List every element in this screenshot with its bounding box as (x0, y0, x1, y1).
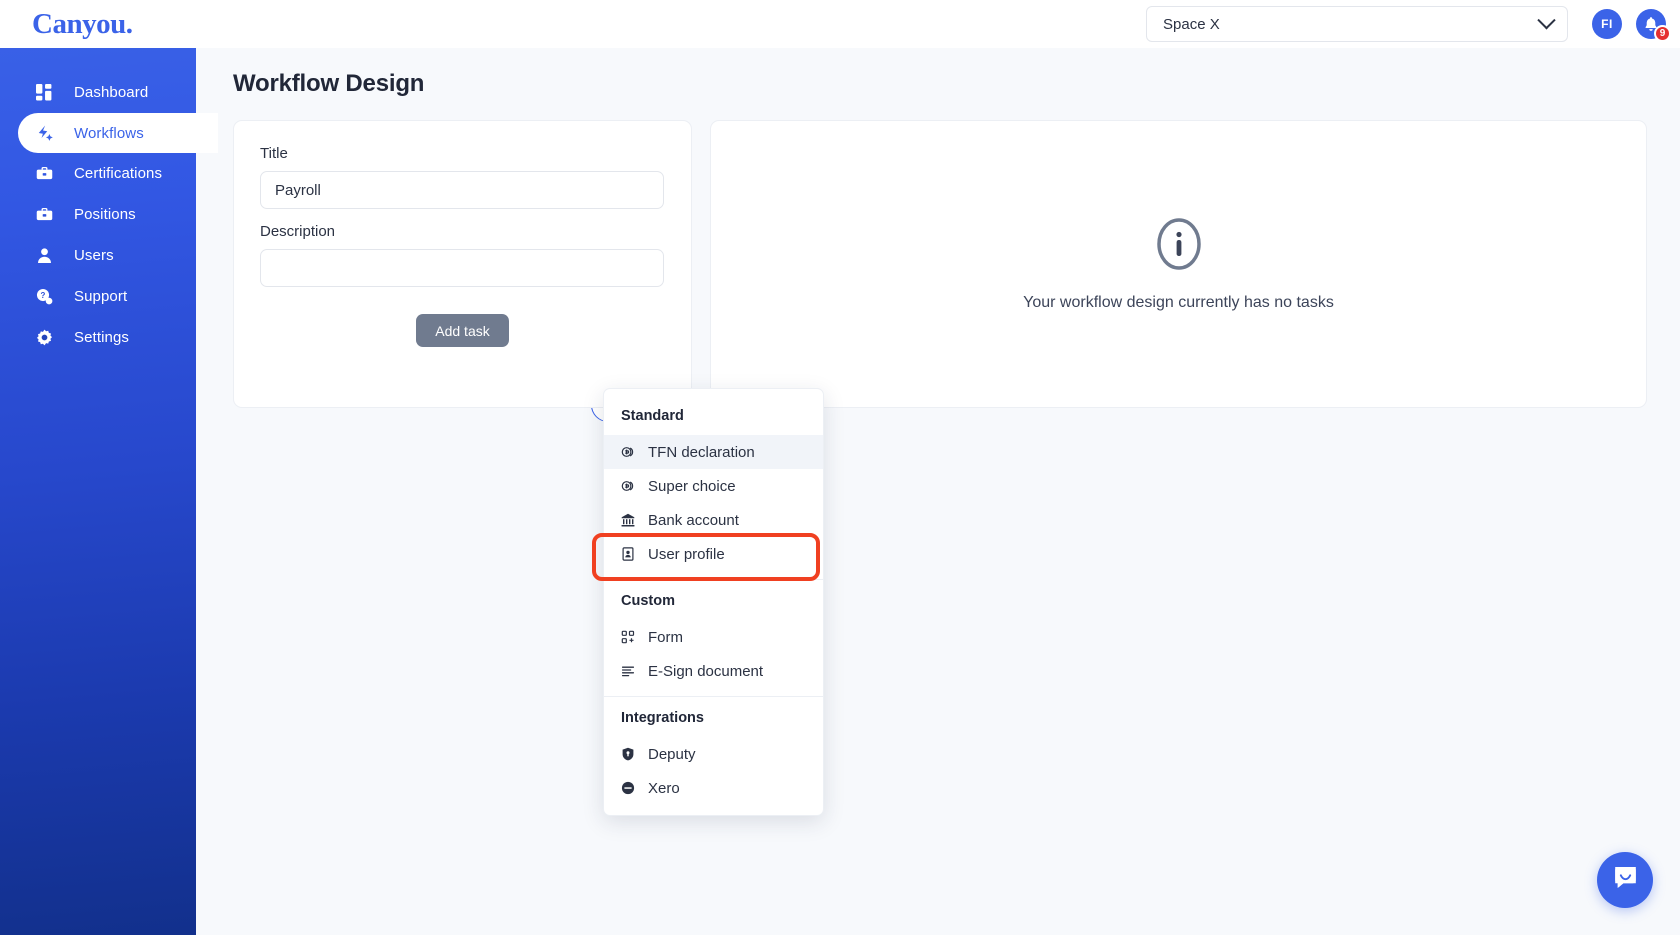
add-task-dropdown-menu: Standard TFN declaration Super choice Ba… (603, 388, 824, 816)
description-input[interactable] (260, 249, 664, 287)
dropdown-item-tfn-declaration[interactable]: TFN declaration (604, 435, 823, 469)
sidebar: Canyou. Dashboard Workflows Certificatio (0, 0, 218, 935)
sidebar-item-dashboard[interactable]: Dashboard (0, 72, 196, 113)
dropdown-section-title-integrations: Integrations (621, 710, 704, 726)
chat-smile-icon (1612, 864, 1639, 896)
user-icon (36, 247, 53, 264)
main-content: Workflow Design Title Description Add ta… (196, 48, 1680, 935)
workflow-form-card: Title Description Add task (233, 120, 692, 408)
description-label: Description (260, 223, 336, 240)
sidebar-item-label: Users (74, 247, 114, 264)
briefcase-icon (36, 165, 53, 182)
notification-badge: 9 (1654, 25, 1671, 42)
lightning-icon (36, 125, 53, 142)
dropdown-item-form[interactable]: Form (604, 620, 823, 654)
dropdown-item-user-profile[interactable]: User profile (604, 537, 823, 571)
form-actions: Add task (260, 314, 665, 347)
sidebar-item-positions[interactable]: Positions (0, 194, 196, 235)
chat-widget-button[interactable] (1597, 852, 1653, 908)
bank-icon (621, 513, 635, 527)
svg-text:?: ? (41, 291, 46, 300)
dropdown-item-label: User profile (648, 545, 725, 563)
dropdown-item-bank-account[interactable]: Bank account (604, 503, 823, 537)
dropdown-item-label: E-Sign document (648, 662, 764, 680)
briefcase-icon (36, 206, 53, 223)
dropdown-item-label: Bank account (648, 511, 739, 529)
xero-circle-icon (621, 781, 635, 795)
id-card-icon (621, 547, 635, 561)
dropdown-item-label: Xero (648, 779, 680, 797)
app-root: Canyou. Dashboard Workflows Certificatio (0, 0, 1680, 935)
coins-icon (621, 479, 635, 493)
workflow-tasks-panel: Your workflow design currently has no ta… (710, 120, 1647, 408)
space-select-value: Space X (1163, 15, 1220, 33)
sidebar-item-label: Workflows (74, 124, 144, 142)
empty-state-message: Your workflow design currently has no ta… (1023, 294, 1334, 311)
sidebar-item-label: Settings (74, 329, 129, 346)
dropdown-item-esign-document[interactable]: E-Sign document (604, 654, 823, 688)
sidebar-item-support[interactable]: ? Support (0, 276, 196, 317)
chevron-down-icon (1537, 10, 1556, 29)
topbar: Space X FI 9 (196, 0, 1680, 48)
avatar[interactable]: FI (1592, 9, 1622, 39)
sidebar-item-users[interactable]: Users (0, 235, 196, 276)
dropdown-item-label: Deputy (648, 745, 696, 763)
space-select[interactable]: Space X (1146, 6, 1568, 42)
sidebar-item-label: Dashboard (74, 84, 149, 101)
shield-icon (621, 747, 635, 761)
dropdown-item-label: TFN declaration (648, 443, 755, 461)
info-circle-icon (1151, 216, 1207, 272)
gear-icon (36, 329, 53, 346)
dropdown-item-label: Form (648, 628, 683, 646)
title-input[interactable] (260, 171, 664, 209)
dropdown-section-title-custom: Custom (621, 593, 675, 609)
app-logo[interactable]: Canyou. (32, 8, 133, 41)
sidebar-nav: Dashboard Workflows Certifications Posit… (0, 48, 218, 358)
add-task-button[interactable]: Add task (416, 314, 509, 347)
form-grid-icon (621, 630, 635, 644)
sidebar-item-workflows[interactable]: Workflows (18, 113, 218, 153)
dropdown-item-super-choice[interactable]: Super choice (604, 469, 823, 503)
sidebar-item-settings[interactable]: Settings (0, 317, 196, 358)
sidebar-item-certifications[interactable]: Certifications (0, 153, 196, 194)
dropdown-section-title-standard: Standard (621, 408, 684, 424)
grid-icon (36, 84, 53, 101)
dropdown-item-xero[interactable]: Xero (604, 771, 823, 805)
sidebar-item-label: Support (74, 288, 128, 305)
sidebar-item-label: Positions (74, 206, 136, 223)
document-lines-icon (621, 664, 635, 678)
page-title: Workflow Design (233, 70, 425, 97)
dropdown-item-deputy[interactable]: Deputy (604, 737, 823, 771)
logo-area: Canyou. (0, 0, 196, 48)
sidebar-item-label: Certifications (74, 165, 163, 182)
title-label: Title (260, 145, 288, 162)
coins-icon (621, 445, 635, 459)
dropdown-item-label: Super choice (648, 477, 736, 495)
content-row: Title Description Add task Y (233, 120, 1680, 408)
notifications-button[interactable]: 9 (1636, 9, 1671, 42)
support-chat-icon: ? (36, 288, 53, 305)
